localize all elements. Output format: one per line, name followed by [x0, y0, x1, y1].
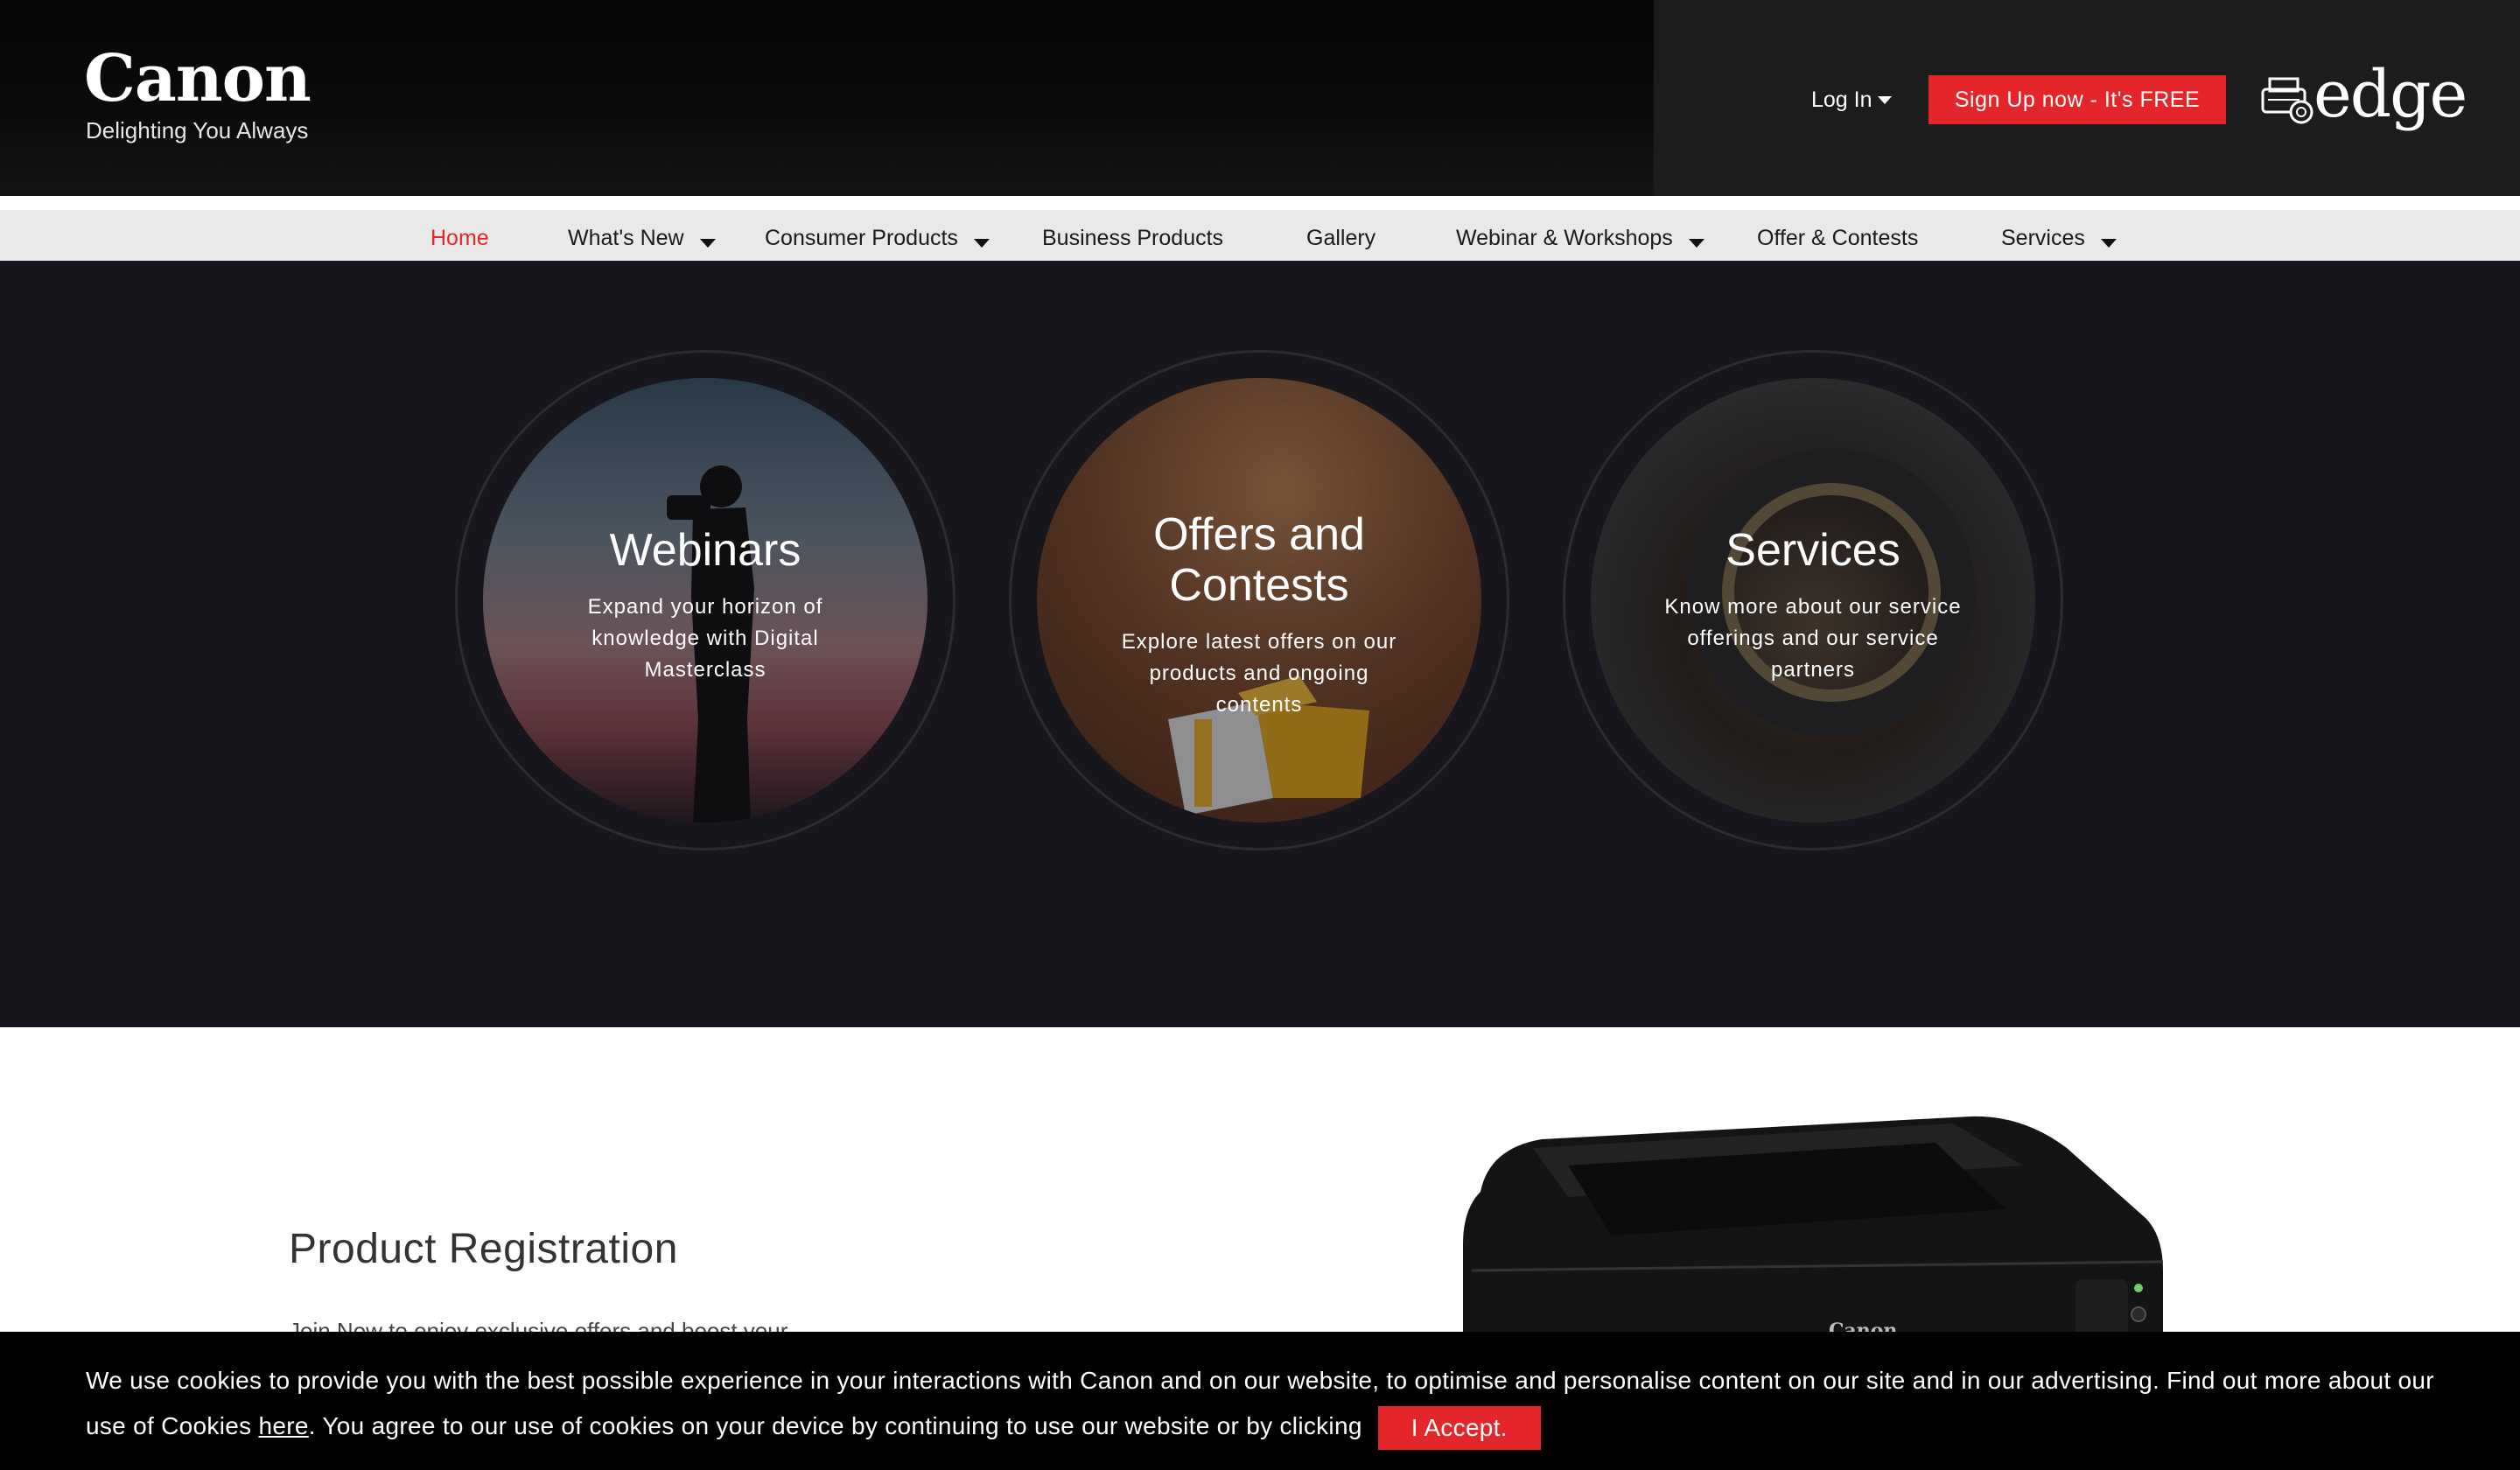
nav-label: Business Products	[1042, 226, 1224, 250]
card-description: Expand your horizon of knowledge with Di…	[587, 595, 823, 682]
webinars-card-ring: Webinars Expand your horizon of knowledg…	[455, 350, 956, 850]
nav-item-whats-new[interactable]: What's New	[568, 226, 716, 251]
edge-logo[interactable]: edge	[2259, 60, 2468, 135]
card-title: Offers and Contests	[1153, 509, 1365, 611]
cookie-banner: We use cookies to provide you with the b…	[0, 1332, 2520, 1470]
login-label: Log In	[1811, 87, 1872, 112]
nav-item-home[interactable]: Home	[430, 226, 489, 251]
edge-wordmark: edge	[2314, 57, 2468, 132]
webinars-card-text: Webinars Expand your horizon of knowledg…	[483, 525, 928, 686]
logo-wordmark: Canon	[84, 41, 312, 116]
nav-label: Offer & Contests	[1757, 226, 1919, 250]
hero-section: Webinars Expand your horizon of knowledg…	[0, 261, 2520, 1027]
nav-label: Services	[2001, 226, 2085, 250]
cookie-text-after: . You agree to our use of cookies on you…	[308, 1412, 1362, 1439]
signup-button[interactable]: Sign Up now - It's FREE	[1928, 75, 2226, 124]
services-card-text: Services Know more about our service off…	[1591, 525, 2035, 686]
main-navigation: Home What's New Consumer Products Busine…	[0, 196, 2520, 261]
card-title: Services	[1726, 525, 1900, 576]
offers-contests-card[interactable]: Offers and Contests Explore latest offer…	[1037, 378, 1481, 822]
accept-cookies-button[interactable]: I Accept.	[1377, 1405, 1541, 1450]
cookie-message: We use cookies to provide you with the b…	[86, 1358, 2466, 1450]
product-registration-title: Product Registration	[289, 1226, 678, 1272]
printer-camera-icon	[2261, 77, 2314, 124]
logo-tagline: Delighting You Always	[86, 117, 309, 144]
nav-item-webinar-workshops[interactable]: Webinar & Workshops	[1456, 226, 1704, 251]
caret-down-icon	[973, 238, 990, 248]
caret-down-icon	[2100, 238, 2117, 248]
site-header: Canon Delighting You Always Log In Sign …	[0, 0, 2520, 196]
caret-down-icon	[1688, 238, 1704, 248]
nav-item-business-products[interactable]: Business Products	[1042, 226, 1223, 251]
services-card-ring: Services Know more about our service off…	[1563, 350, 2063, 850]
nav-label: Home	[430, 226, 489, 250]
nav-item-services[interactable]: Services	[2001, 226, 2117, 251]
offers-card-ring: Offers and Contests Explore latest offer…	[1009, 350, 1509, 850]
card-description: Explore latest offers on our products an…	[1121, 630, 1397, 717]
nav-item-consumer-products[interactable]: Consumer Products	[765, 226, 990, 251]
webinars-card[interactable]: Webinars Expand your horizon of knowledg…	[483, 378, 928, 822]
nav-item-gallery[interactable]: Gallery	[1306, 226, 1376, 251]
nav-label: Consumer Products	[765, 226, 958, 250]
caret-down-icon	[699, 238, 716, 248]
nav-item-offer-contests[interactable]: Offer & Contests	[1757, 226, 1918, 251]
card-description: Know more about our service offerings an…	[1664, 595, 1962, 682]
login-dropdown[interactable]: Log In	[1811, 84, 1892, 116]
nav-label: Webinar & Workshops	[1456, 226, 1673, 250]
services-card[interactable]: Services Know more about our service off…	[1591, 378, 2035, 822]
nav-label: What's New	[568, 226, 684, 250]
card-title: Webinars	[609, 525, 802, 576]
canon-logo[interactable]: Canon Delighting You Always	[84, 44, 320, 149]
offers-card-text: Offers and Contests Explore latest offer…	[1037, 509, 1481, 721]
cookie-policy-link[interactable]: here	[259, 1412, 309, 1439]
nav-label: Gallery	[1306, 226, 1376, 250]
caret-down-icon	[1877, 95, 1892, 104]
